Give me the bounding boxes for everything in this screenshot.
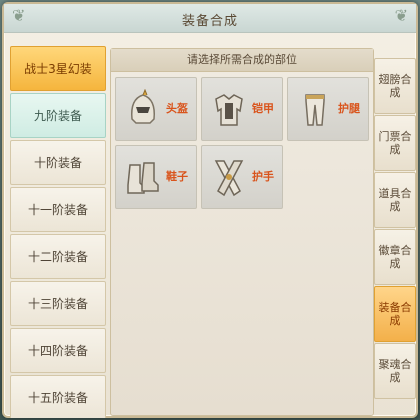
tab-badge-synthesis[interactable]: 徽章合成 [374,229,416,285]
tier-item-label: 战士3星幻装 [24,62,92,76]
tier-item-label: 十五阶装备 [27,391,88,405]
tier-item-label: 十阶装备 [33,156,82,170]
tab-wing-synthesis[interactable]: 翅膀合成 [374,58,416,114]
leggings-icon [305,94,325,126]
equipment-tier-list[interactable]: 战士3星幻装 九阶装备 十阶装备 十一阶装备 十二阶装备 十三阶装备 十四阶装备… [10,46,106,418]
tier-item-label: 十二阶装备 [27,250,88,264]
tab-label: 徽章合成 [378,244,412,270]
boots-icon [127,162,159,194]
tab-equipment-synthesis[interactable]: 装备合成 [374,286,416,342]
tier-item-13[interactable]: 十三阶装备 [10,281,106,326]
gauntlets-icon [214,160,244,197]
tier-item-label: 十三阶装备 [27,297,88,311]
title-bar: ❦ 装备合成 ❦ [4,4,416,33]
vine-ornament-icon: ❦ [394,6,408,25]
tab-label: 装备合成 [378,301,412,327]
window-title: 装备合成 [181,14,238,29]
tab-soul-synthesis[interactable]: 聚魂合成 [374,343,416,399]
tier-item-9[interactable]: 九阶装备 [10,93,106,138]
tier-item-14[interactable]: 十四阶装备 [10,328,106,373]
slot-label: 鞋子 [166,170,188,183]
slot-helmet[interactable]: 头盔 [115,77,197,141]
slot-armor[interactable]: 铠甲 [201,77,283,141]
slot-label: 铠甲 [252,102,274,115]
slot-gauntlets[interactable]: 护手 [201,145,283,209]
tier-item-15[interactable]: 十五阶装备 [10,375,106,418]
tab-label: 门票合成 [378,130,412,156]
tier-item-warrior-3star[interactable]: 战士3星幻装 [10,46,106,91]
slot-label: 护腿 [338,102,360,115]
tier-item-10[interactable]: 十阶装备 [10,140,106,185]
helmet-icon [130,89,156,124]
tier-item-label: 十四阶装备 [27,344,88,358]
tier-item-11[interactable]: 十一阶装备 [10,187,106,232]
panel-header: 请选择所需合成的部位 [111,49,373,72]
tab-label: 聚魂合成 [378,358,412,384]
tab-item-synthesis[interactable]: 道具合成 [374,172,416,228]
synthesis-window: ❦ 装备合成 ❦ 战士3星幻装 九阶装备 十阶装备 十一阶装备 十二阶装备 十三… [2,2,418,418]
synthesis-type-tabs: 翅膀合成 门票合成 道具合成 徽章合成 装备合成 聚魂合成 [374,58,418,400]
slot-selection-panel: 请选择所需合成的部位 头盔 铠甲 护腿 鞋子 护手 [110,48,374,416]
tab-label: 道具合成 [378,187,412,213]
slot-label: 护手 [252,170,274,183]
tab-label: 翅膀合成 [378,73,412,99]
tier-item-12[interactable]: 十二阶装备 [10,234,106,279]
slot-label: 头盔 [166,102,188,115]
tab-ticket-synthesis[interactable]: 门票合成 [374,115,416,171]
armor-icon [215,94,243,126]
tier-item-label: 十一阶装备 [27,203,88,217]
tier-item-label: 九阶装备 [33,109,82,123]
slot-boots[interactable]: 鞋子 [115,145,197,209]
slot-leggings[interactable]: 护腿 [287,77,369,141]
